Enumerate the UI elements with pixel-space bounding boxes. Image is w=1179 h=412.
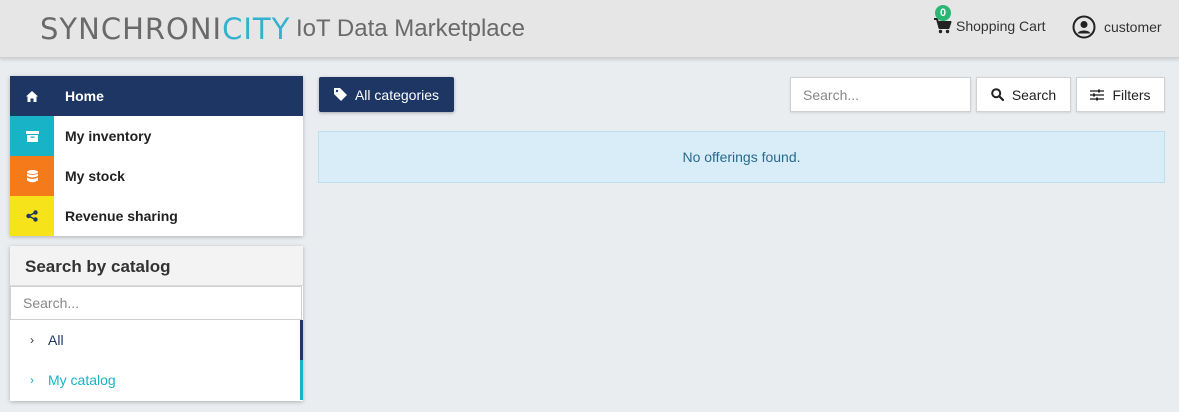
share-icon [10,196,54,236]
all-categories-label: All categories [354,86,440,103]
top-header: SYNCHRONICITY IoT Data Marketplace 0 Sho… [0,0,1179,58]
empty-message: No offerings found. [682,149,801,165]
home-icon [10,76,54,116]
offerings-search-input[interactable] [790,77,971,112]
tag-icon [333,88,347,101]
sidebar-item-revenue-sharing[interactable]: Revenue sharing [10,196,303,236]
chevron-right-icon: › [30,333,34,347]
catalog-search-input[interactable] [10,286,302,320]
sidebar-item-label: Home [65,88,104,104]
sidebar-item-label: My stock [65,168,125,184]
cart-count-badge: 0 [935,5,951,21]
catalog-item-my-catalog[interactable]: › My catalog [10,360,303,400]
user-menu[interactable]: customer [1072,15,1162,39]
all-categories-button[interactable]: All categories [319,77,454,112]
user-circle-icon [1072,15,1096,39]
synchronicity-logo[interactable]: SYNCHRONICITY [40,12,290,46]
catalog-item-label: My catalog [48,372,116,388]
shopping-cart-link[interactable]: 0 Shopping Cart [933,5,1046,35]
cart-label: Shopping Cart [956,18,1046,34]
cart-icon: 0 [933,5,953,35]
catalog-item-all[interactable]: › All [10,320,303,360]
search-button-label: Search [1011,86,1057,103]
database-icon [10,156,54,196]
sidebar-item-my-inventory[interactable]: My inventory [10,116,303,156]
user-label: customer [1104,19,1162,35]
sidebar-item-home[interactable]: Home [10,76,303,116]
no-offerings-alert: No offerings found. [318,131,1165,183]
search-icon [991,88,1004,101]
catalog-panel-title: Search by catalog [10,246,303,286]
logo-text-part2: CITY [222,12,291,46]
logo-text-part1: SYNCHRONI [40,12,223,46]
search-button[interactable]: Search [976,77,1071,112]
catalog-item-label: All [48,332,64,348]
archive-icon [10,116,54,156]
sidebar-item-my-stock[interactable]: My stock [10,156,303,196]
sidebar-item-label: Revenue sharing [65,208,178,224]
sliders-icon [1090,89,1105,100]
filters-button-label: Filters [1112,86,1151,103]
filters-button[interactable]: Filters [1076,77,1165,112]
app-title: IoT Data Marketplace [296,15,525,42]
sidebar-item-label: My inventory [65,128,152,144]
catalog-panel: Search by catalog › All › My catalog [10,246,303,401]
sidebar-menu: Home My inventory My stock Revenue shari… [10,76,303,236]
chevron-right-icon: › [30,373,34,387]
